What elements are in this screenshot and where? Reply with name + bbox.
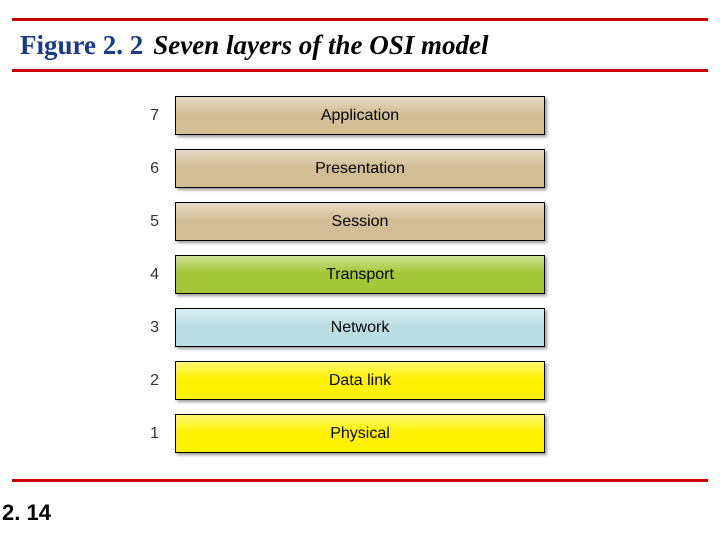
- layer-label: Application: [321, 107, 399, 125]
- layer-number: 3: [145, 319, 175, 337]
- layer-number: 2: [145, 372, 175, 390]
- figure-title: Seven layers of the OSI model: [153, 30, 488, 60]
- page-number: 2. 14: [2, 500, 51, 526]
- figure-label: Figure 2. 2: [20, 30, 143, 60]
- layer-row-4: 4 Transport: [12, 255, 708, 294]
- layer-row-5: 5 Session: [12, 202, 708, 241]
- layer-label: Physical: [330, 425, 390, 443]
- layer-box-session: Session: [175, 202, 545, 241]
- layer-number: 6: [145, 160, 175, 178]
- footer-rule: [12, 479, 708, 482]
- layers-area: 7 Application 6 Presentation 5 Session 4…: [12, 90, 708, 459]
- header-rule-top: [12, 18, 708, 21]
- slide-container: Figure 2. 2 Seven layers of the OSI mode…: [0, 0, 720, 540]
- title-row: Figure 2. 2 Seven layers of the OSI mode…: [12, 24, 708, 69]
- layer-label: Transport: [326, 266, 394, 284]
- layer-box-transport: Transport: [175, 255, 545, 294]
- layer-box-physical: Physical: [175, 414, 545, 453]
- layer-label: Presentation: [315, 160, 405, 178]
- layer-label: Session: [332, 213, 389, 231]
- layer-number: 4: [145, 266, 175, 284]
- layer-number: 1: [145, 425, 175, 443]
- layer-label: Data link: [329, 372, 391, 390]
- layer-box-network: Network: [175, 308, 545, 347]
- layer-number: 5: [145, 213, 175, 231]
- layer-row-6: 6 Presentation: [12, 149, 708, 188]
- layer-row-3: 3 Network: [12, 308, 708, 347]
- layer-box-presentation: Presentation: [175, 149, 545, 188]
- layer-row-1: 1 Physical: [12, 414, 708, 453]
- layer-box-datalink: Data link: [175, 361, 545, 400]
- layer-number: 7: [145, 107, 175, 125]
- layer-row-7: 7 Application: [12, 96, 708, 135]
- layer-row-2: 2 Data link: [12, 361, 708, 400]
- layer-label: Network: [331, 319, 390, 337]
- header-rule-bottom: [12, 69, 708, 72]
- layer-box-application: Application: [175, 96, 545, 135]
